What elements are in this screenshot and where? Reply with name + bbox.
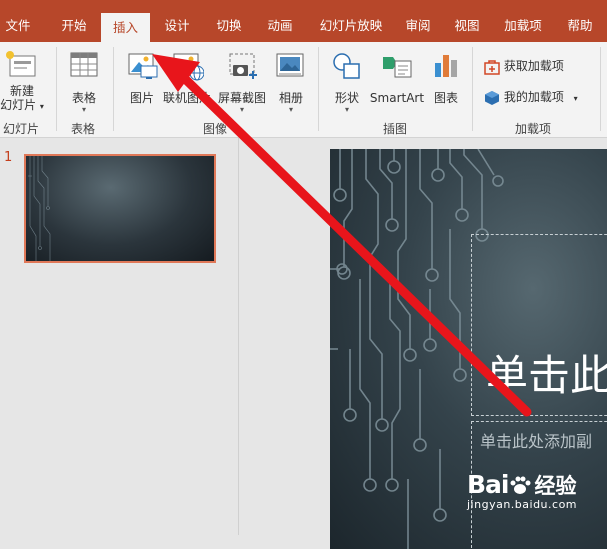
annotation-arrow [152, 54, 532, 417]
